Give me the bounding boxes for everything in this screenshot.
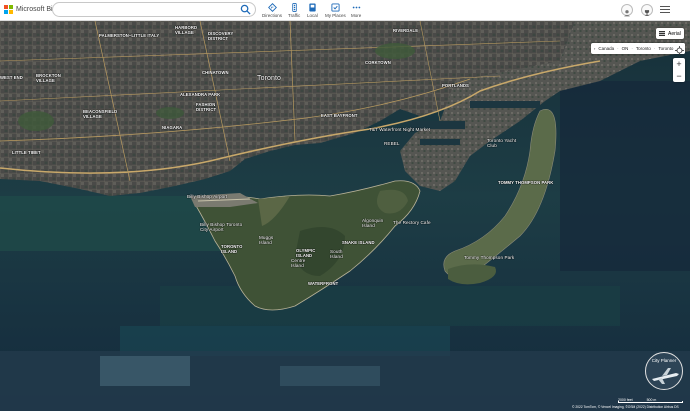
city-planner-label: City Planner: [651, 358, 677, 363]
search-box: [52, 2, 256, 17]
aerial-map[interactable]: Toronto HARBORD VILLAGE PALMERSTON–LITTL…: [0, 21, 690, 411]
nav-traffic-label: Traffic: [288, 13, 301, 18]
nav-my-places[interactable]: My Places: [325, 3, 346, 18]
nav-traffic[interactable]: Traffic: [288, 3, 300, 18]
breadcrumb-province[interactable]: ON: [622, 46, 629, 51]
label-billy-bishop-toronto[interactable]: Billy Bishop Toronto City Airport: [200, 222, 242, 232]
label-olympic-island[interactable]: OLYMPIC ISLAND: [296, 248, 315, 258]
label-snake-island[interactable]: SNAKE ISLAND: [342, 240, 375, 245]
label-niagara[interactable]: NIAGARA: [162, 125, 182, 130]
local-icon: [309, 3, 316, 12]
nav-local-label: Local: [307, 13, 318, 18]
label-muggs-island[interactable]: Muggs Island: [259, 235, 273, 245]
breadcrumb-separator: ·: [631, 46, 633, 51]
breadcrumb-separator: ·: [653, 46, 656, 51]
label-beaconsfield-village[interactable]: BEACONSFIELD VILLAGE: [83, 109, 117, 119]
label-brockton-village[interactable]: BROCKTON VILLAGE: [36, 73, 61, 83]
rewards-button[interactable]: [641, 4, 653, 16]
label-discovery-district[interactable]: DISCOVERY DISTRICT: [208, 31, 233, 41]
search-input[interactable]: [59, 4, 235, 15]
label-riverdale[interactable]: RIVERDALE: [393, 28, 418, 33]
map-copyright: © 2022 TomTom, © Vexcel Imaging, ©OSM (2…: [572, 405, 679, 409]
label-corktown[interactable]: CORKTOWN: [365, 60, 391, 65]
breadcrumb-region[interactable]: Toronto: [636, 46, 651, 51]
more-icon: [352, 6, 360, 9]
label-rectory-cafe[interactable]: The Rectory Cafe: [393, 220, 431, 225]
label-portlands[interactable]: PORTLANDS: [442, 83, 469, 88]
user-icon: [624, 10, 630, 17]
layers-icon: [659, 31, 665, 36]
account-button[interactable]: [621, 4, 633, 17]
label-waterfront[interactable]: WATERFRONT: [308, 281, 338, 286]
map-style-button[interactable]: Aerial: [656, 28, 684, 39]
label-tt-waterfront[interactable]: T&T Waterfront Night Market: [369, 127, 430, 132]
label-palmerston[interactable]: PALMERSTON–LITTLE ITALY: [99, 33, 159, 38]
label-toronto-yacht-club[interactable]: Toronto Yacht Club: [487, 138, 516, 148]
label-tommy-thompson-park-small[interactable]: Tommy Thompson Park: [464, 255, 514, 260]
city-planner-button[interactable]: City Planner: [645, 352, 683, 390]
breadcrumb-city[interactable]: Toronto: [658, 46, 673, 51]
microsoft-logo-icon: [4, 5, 13, 14]
label-rebel[interactable]: REBEL: [384, 141, 400, 146]
top-bar: Microsoft Bing Directions Traffic Local: [0, 0, 690, 21]
breadcrumb-country[interactable]: Canada: [598, 46, 614, 51]
breadcrumb-separator: ·: [617, 46, 619, 51]
locate-me-button[interactable]: [674, 43, 685, 55]
trophy-icon: [644, 10, 650, 16]
label-alexandra-park[interactable]: ALEXANDRA PARK: [180, 92, 220, 97]
nav-directions[interactable]: Directions: [262, 3, 282, 18]
zoom-in-button[interactable]: +: [673, 58, 685, 70]
chevron-right-icon: ›: [594, 46, 596, 51]
label-centre-island[interactable]: Centre Island: [291, 258, 305, 268]
traffic-icon: [291, 3, 297, 12]
label-fashion-district[interactable]: FASHION DISTRICT: [196, 102, 216, 112]
label-south-island[interactable]: South Island: [330, 249, 343, 259]
map-canvas[interactable]: [0, 21, 690, 411]
label-billy-bishop-airport[interactable]: Billy Bishop Airport: [187, 194, 227, 199]
nav-more[interactable]: More: [351, 3, 361, 18]
zoom-out-button[interactable]: −: [673, 70, 685, 82]
label-algonquin-island[interactable]: Algonquin Island: [362, 218, 383, 228]
label-toronto-island[interactable]: TORONTO ISLAND: [221, 244, 242, 254]
nav-directions-label: Directions: [262, 13, 283, 18]
label-tommy-thompson-park[interactable]: TOMMY THOMPSON PARK: [498, 180, 553, 185]
search-icon[interactable]: [240, 4, 251, 15]
label-chinatown[interactable]: CHINATOWN: [202, 70, 229, 75]
label-little-tibet[interactable]: LITTLE TIBET: [12, 150, 41, 155]
nav-more-label: More: [351, 13, 362, 18]
label-east-bayfront[interactable]: EAST BAYFRONT: [321, 113, 358, 118]
scale-bar: [618, 401, 683, 403]
location-breadcrumb: › Canada · ON · Toronto · Toronto: [591, 43, 685, 54]
menu-hamburger-icon[interactable]: [660, 6, 670, 14]
directions-icon: [267, 3, 277, 12]
nav-my-places-label: My Places: [325, 13, 346, 18]
nav-local[interactable]: Local: [307, 3, 318, 18]
my-places-icon: [331, 3, 340, 12]
crosshair-icon: [675, 46, 684, 55]
label-toronto[interactable]: Toronto: [257, 75, 281, 82]
label-harbord-village[interactable]: HARBORD VILLAGE: [175, 25, 197, 35]
map-style-label: Aerial: [668, 30, 681, 37]
label-west-end[interactable]: WEST END: [0, 75, 23, 80]
zoom-controls: + −: [673, 58, 685, 82]
